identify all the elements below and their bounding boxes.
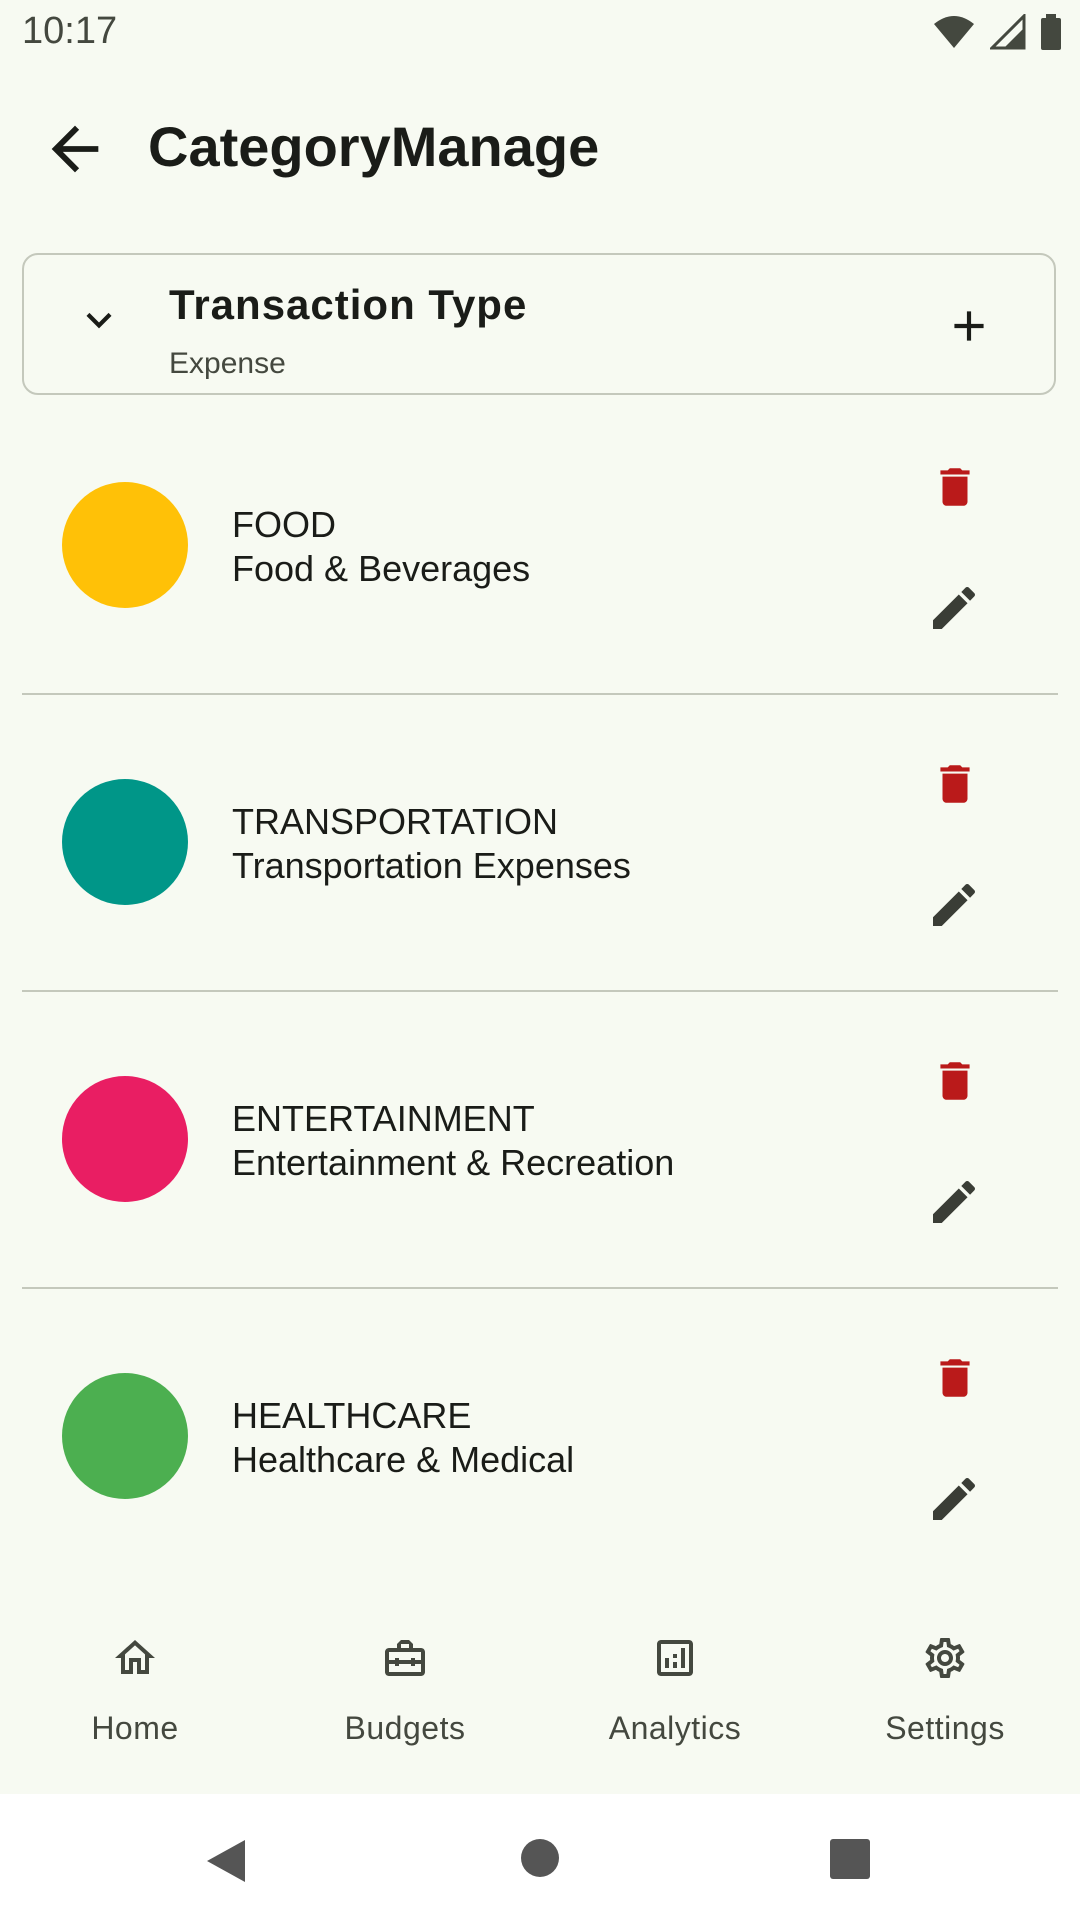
home-icon [115, 1640, 155, 1674]
edit-icon[interactable] [926, 580, 982, 636]
list-item[interactable]: TRANSPORTATION Transportation Expenses [0, 717, 1080, 1013]
system-back-icon[interactable] [203, 1838, 249, 1884]
category-color-dot [62, 1373, 188, 1499]
back-arrow-icon[interactable] [40, 114, 110, 184]
nav-item-settings[interactable]: Settings [810, 1610, 1080, 1794]
nav-label-budgets: Budgets [344, 1710, 466, 1746]
chevron-down-icon[interactable] [74, 295, 124, 345]
list-item[interactable]: ENTERTAINMENT Entertainment & Recreation [0, 1014, 1080, 1310]
wifi-icon [934, 16, 974, 48]
signal-icon [990, 14, 1026, 50]
nav-item-analytics[interactable]: Analytics [540, 1610, 810, 1794]
category-color-dot [62, 482, 188, 608]
nav-item-home[interactable]: Home [0, 1610, 270, 1794]
category-description: Food & Beverages [232, 548, 531, 589]
add-icon[interactable] [944, 301, 994, 351]
delete-icon[interactable] [930, 460, 980, 514]
category-description: Transportation Expenses [232, 845, 631, 886]
category-color-dot [62, 779, 188, 905]
analytics-icon [657, 1640, 693, 1676]
status-time: 10:17 [22, 10, 118, 52]
edit-icon[interactable] [926, 1471, 982, 1527]
category-description: Entertainment & Recreation [232, 1142, 675, 1183]
category-name: TRANSPORTATION [232, 801, 559, 842]
category-name: HEALTHCARE [232, 1395, 472, 1436]
category-name: FOOD [232, 504, 336, 545]
divider [22, 693, 1058, 695]
transaction-type-selector[interactable]: Transaction Type Expense [22, 253, 1056, 395]
nav-item-budgets[interactable]: Budgets [270, 1610, 540, 1794]
list-item[interactable]: FOOD Food & Beverages [0, 420, 1080, 716]
category-color-dot [62, 1076, 188, 1202]
list-item[interactable]: HEALTHCARE Healthcare & Medical [0, 1311, 1080, 1607]
battery-icon [1041, 14, 1061, 50]
category-description: Healthcare & Medical [232, 1439, 575, 1480]
divider [22, 990, 1058, 992]
category-name: ENTERTAINMENT [232, 1098, 535, 1139]
transaction-type-title: Transaction Type [169, 281, 528, 328]
system-recents-icon[interactable] [830, 1839, 870, 1879]
nav-label-analytics: Analytics [608, 1710, 742, 1746]
status-bar: 10:17 [0, 0, 1080, 64]
delete-icon[interactable] [930, 1351, 980, 1405]
briefcase-icon [385, 1640, 425, 1676]
edit-icon[interactable] [926, 1174, 982, 1230]
status-icons [932, 14, 1062, 50]
system-navigation-bar [0, 1794, 1080, 1920]
transaction-type-value: Expense [169, 347, 286, 380]
page-title: CategoryManage [148, 115, 600, 178]
divider [22, 1287, 1058, 1289]
edit-icon[interactable] [926, 877, 982, 933]
delete-icon[interactable] [930, 1054, 980, 1108]
top-app-bar: CategoryManage [0, 88, 1080, 208]
system-home-icon[interactable] [520, 1838, 560, 1878]
delete-icon[interactable] [930, 757, 980, 811]
nav-label-home: Home [91, 1710, 179, 1746]
bottom-navigation: Home Budgets Analytics Settings [0, 1610, 1080, 1794]
gear-icon [925, 1638, 965, 1678]
nav-label-settings: Settings [885, 1710, 1005, 1746]
